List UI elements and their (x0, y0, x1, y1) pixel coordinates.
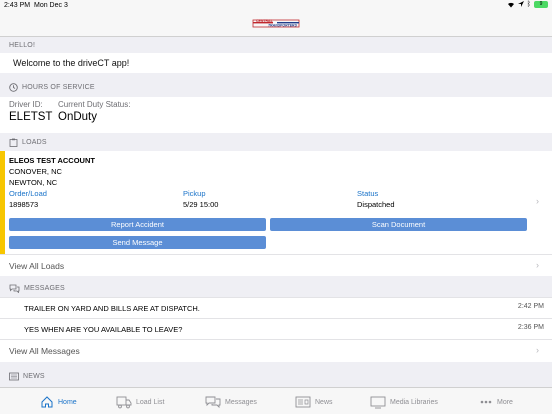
message-text: YES WHEN ARE YOU AVAILABLE TO LEAVE? (24, 325, 183, 334)
tab-home[interactable]: Home (40, 393, 77, 411)
message-text: TRAILER ON YARD AND BILLS ARE AT DISPATC… (24, 304, 200, 313)
app-header: CENTRAL TRANSPORTERS (0, 12, 552, 37)
more-icon (480, 400, 492, 404)
messages-section-header: MESSAGES (0, 280, 552, 297)
welcome-message: Welcome to the driveCT app! (13, 58, 130, 68)
chevron-right-icon[interactable]: › (536, 196, 539, 206)
message-time: 2:42 PM (517, 303, 544, 310)
newspaper-icon (295, 396, 311, 408)
report-accident-button[interactable]: Report Accident (9, 218, 266, 231)
news-title: NEWS (23, 373, 45, 380)
tab-bar: Home Load List Messages News Media Libra… (0, 387, 552, 414)
load-destination: NEWTON, NC (9, 178, 58, 187)
tab-more[interactable]: More (479, 393, 513, 411)
hello-title: HELLO! (9, 42, 36, 49)
load-status-bar (0, 151, 5, 254)
message-row-1[interactable]: TRAILER ON YARD AND BILLS ARE AT DISPATC… (0, 297, 552, 318)
order-label: Order/Load (9, 189, 47, 198)
company-logo: CENTRAL TRANSPORTERS (252, 19, 300, 28)
tab-news[interactable]: News (295, 393, 333, 411)
clock-icon (9, 83, 18, 92)
tab-label: Media Libraries (390, 398, 438, 406)
hello-section-header: HELLO! (0, 37, 552, 54)
loads-title: LOADS (22, 139, 47, 146)
duty-status-value: OnDuty (58, 111, 97, 123)
tab-label: News (315, 398, 333, 406)
view-all-messages-link[interactable]: View All Messages › (0, 339, 552, 362)
tab-label: More (497, 398, 513, 406)
bluetooth-icon: ᛒ (526, 1, 531, 8)
home-icon (41, 396, 53, 408)
logo-line1: CENTRAL (256, 19, 274, 23)
chat-icon (205, 396, 221, 409)
tab-media-libraries[interactable]: Media Libraries (370, 393, 438, 411)
status-bar: 2:43 PM Mon Dec 3 ᛒ 9 (0, 0, 552, 12)
chevron-right-icon: › (536, 260, 539, 270)
loads-section-header: LOADS (0, 134, 552, 151)
tab-load-list[interactable]: Load List (116, 393, 164, 411)
hos-section-header: HOURS OF SERVICE (0, 79, 552, 96)
app-root: 2:43 PM Mon Dec 3 ᛒ 9 CENTRAL TRANSPORTE… (0, 0, 552, 414)
tab-label: Home (58, 398, 77, 406)
truck-icon (116, 396, 132, 409)
chat-icon (9, 284, 20, 293)
load-card[interactable]: ELEOS TEST ACCOUNT CONOVER, NC NEWTON, N… (0, 151, 552, 254)
messages-title: MESSAGES (24, 285, 65, 292)
battery-icon: 9 (534, 1, 548, 8)
tv-icon (370, 396, 386, 409)
location-icon (517, 1, 524, 7)
pickup-label: Pickup (183, 189, 206, 198)
driver-id-value: ELETST (9, 111, 53, 123)
tab-label: Messages (225, 398, 257, 406)
hos-panel[interactable]: Driver ID: ELETST Current Duty Status: O… (0, 97, 552, 133)
order-value: 1898573 (9, 200, 39, 209)
view-all-loads-label: View All Loads (9, 261, 65, 271)
load-account: ELEOS TEST ACCOUNT (9, 156, 95, 165)
logo-line2: TRANSPORTERS (268, 24, 298, 28)
status-date: Mon Dec 3 (34, 2, 68, 9)
tab-label: Load List (136, 398, 165, 406)
view-all-messages-label: View All Messages (9, 346, 80, 356)
status-value: Dispatched (357, 200, 395, 209)
clipboard-icon (9, 138, 18, 147)
status-time: 2:43 PM (4, 2, 31, 9)
view-all-loads-link[interactable]: View All Loads › (0, 254, 552, 276)
battery-level: 9 (539, 1, 543, 7)
driver-id-label: Driver ID: (9, 100, 43, 109)
newspaper-icon (9, 372, 19, 381)
message-time: 2:36 PM (517, 324, 544, 331)
tab-messages[interactable]: Messages (205, 393, 257, 411)
message-row-2[interactable]: YES WHEN ARE YOU AVAILABLE TO LEAVE? 2:3… (0, 318, 552, 339)
status-indicators: ᛒ 9 (507, 1, 548, 8)
load-origin: CONOVER, NC (9, 167, 62, 176)
wifi-icon (507, 2, 514, 8)
status-label: Status (357, 189, 379, 198)
duty-status-label: Current Duty Status: (58, 100, 131, 109)
welcome-panel: Welcome to the driveCT app! (0, 53, 552, 73)
chevron-right-icon: › (536, 345, 539, 355)
scan-document-button[interactable]: Scan Document (270, 218, 527, 231)
send-message-button[interactable]: Send Message (9, 236, 266, 249)
hos-title: HOURS OF SERVICE (22, 84, 95, 91)
pickup-value: 5/29 15:00 (183, 200, 219, 209)
news-section-header: NEWS (0, 368, 552, 385)
